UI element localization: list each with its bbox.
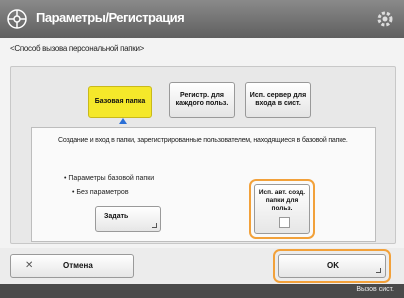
page-title: Параметры/Регистрация <box>36 10 185 25</box>
system-monitor-link[interactable]: Вызов сист. <box>356 286 394 293</box>
ok-button[interactable]: OK <box>278 254 386 278</box>
selected-tab-indicator <box>119 118 127 124</box>
set-button-label: Задать <box>104 213 129 220</box>
base-folder-settings-value: • Без параметров <box>72 189 129 196</box>
tab-base-folder[interactable]: Базовая папка <box>88 86 152 118</box>
auto-create-folder-label: Исп. авт. созд. папки для польз. <box>258 189 306 212</box>
cancel-button-label: Отмена <box>63 261 93 270</box>
set-button[interactable]: Задать <box>95 206 161 232</box>
description-text: Создание и вход в папки, зарегистрирован… <box>58 137 348 144</box>
settings-wheel-icon <box>7 9 27 29</box>
gear-icon[interactable] <box>374 8 396 30</box>
tab-login-server[interactable]: Исп. сервер для входа в сист. <box>245 82 311 118</box>
screen-subtitle: <Способ вызова персональной папки> <box>10 44 145 53</box>
status-bar: Вызов сист. <box>0 284 404 298</box>
base-folder-settings-label: • Параметры базовой папки <box>64 175 155 182</box>
auto-create-folder-toggle[interactable]: Исп. авт. созд. папки для польз. <box>254 184 310 234</box>
tab-register-per-user[interactable]: Регистр. для каждого польз. <box>169 82 235 118</box>
close-icon: ✕ <box>25 260 34 271</box>
ok-button-label: OK <box>327 261 339 270</box>
corner-marker-icon <box>152 223 157 228</box>
title-bar: Параметры/Регистрация <box>0 0 404 38</box>
corner-marker-icon <box>376 268 381 273</box>
cancel-button[interactable]: ✕ Отмена <box>10 254 134 278</box>
checkbox-icon <box>279 217 290 228</box>
